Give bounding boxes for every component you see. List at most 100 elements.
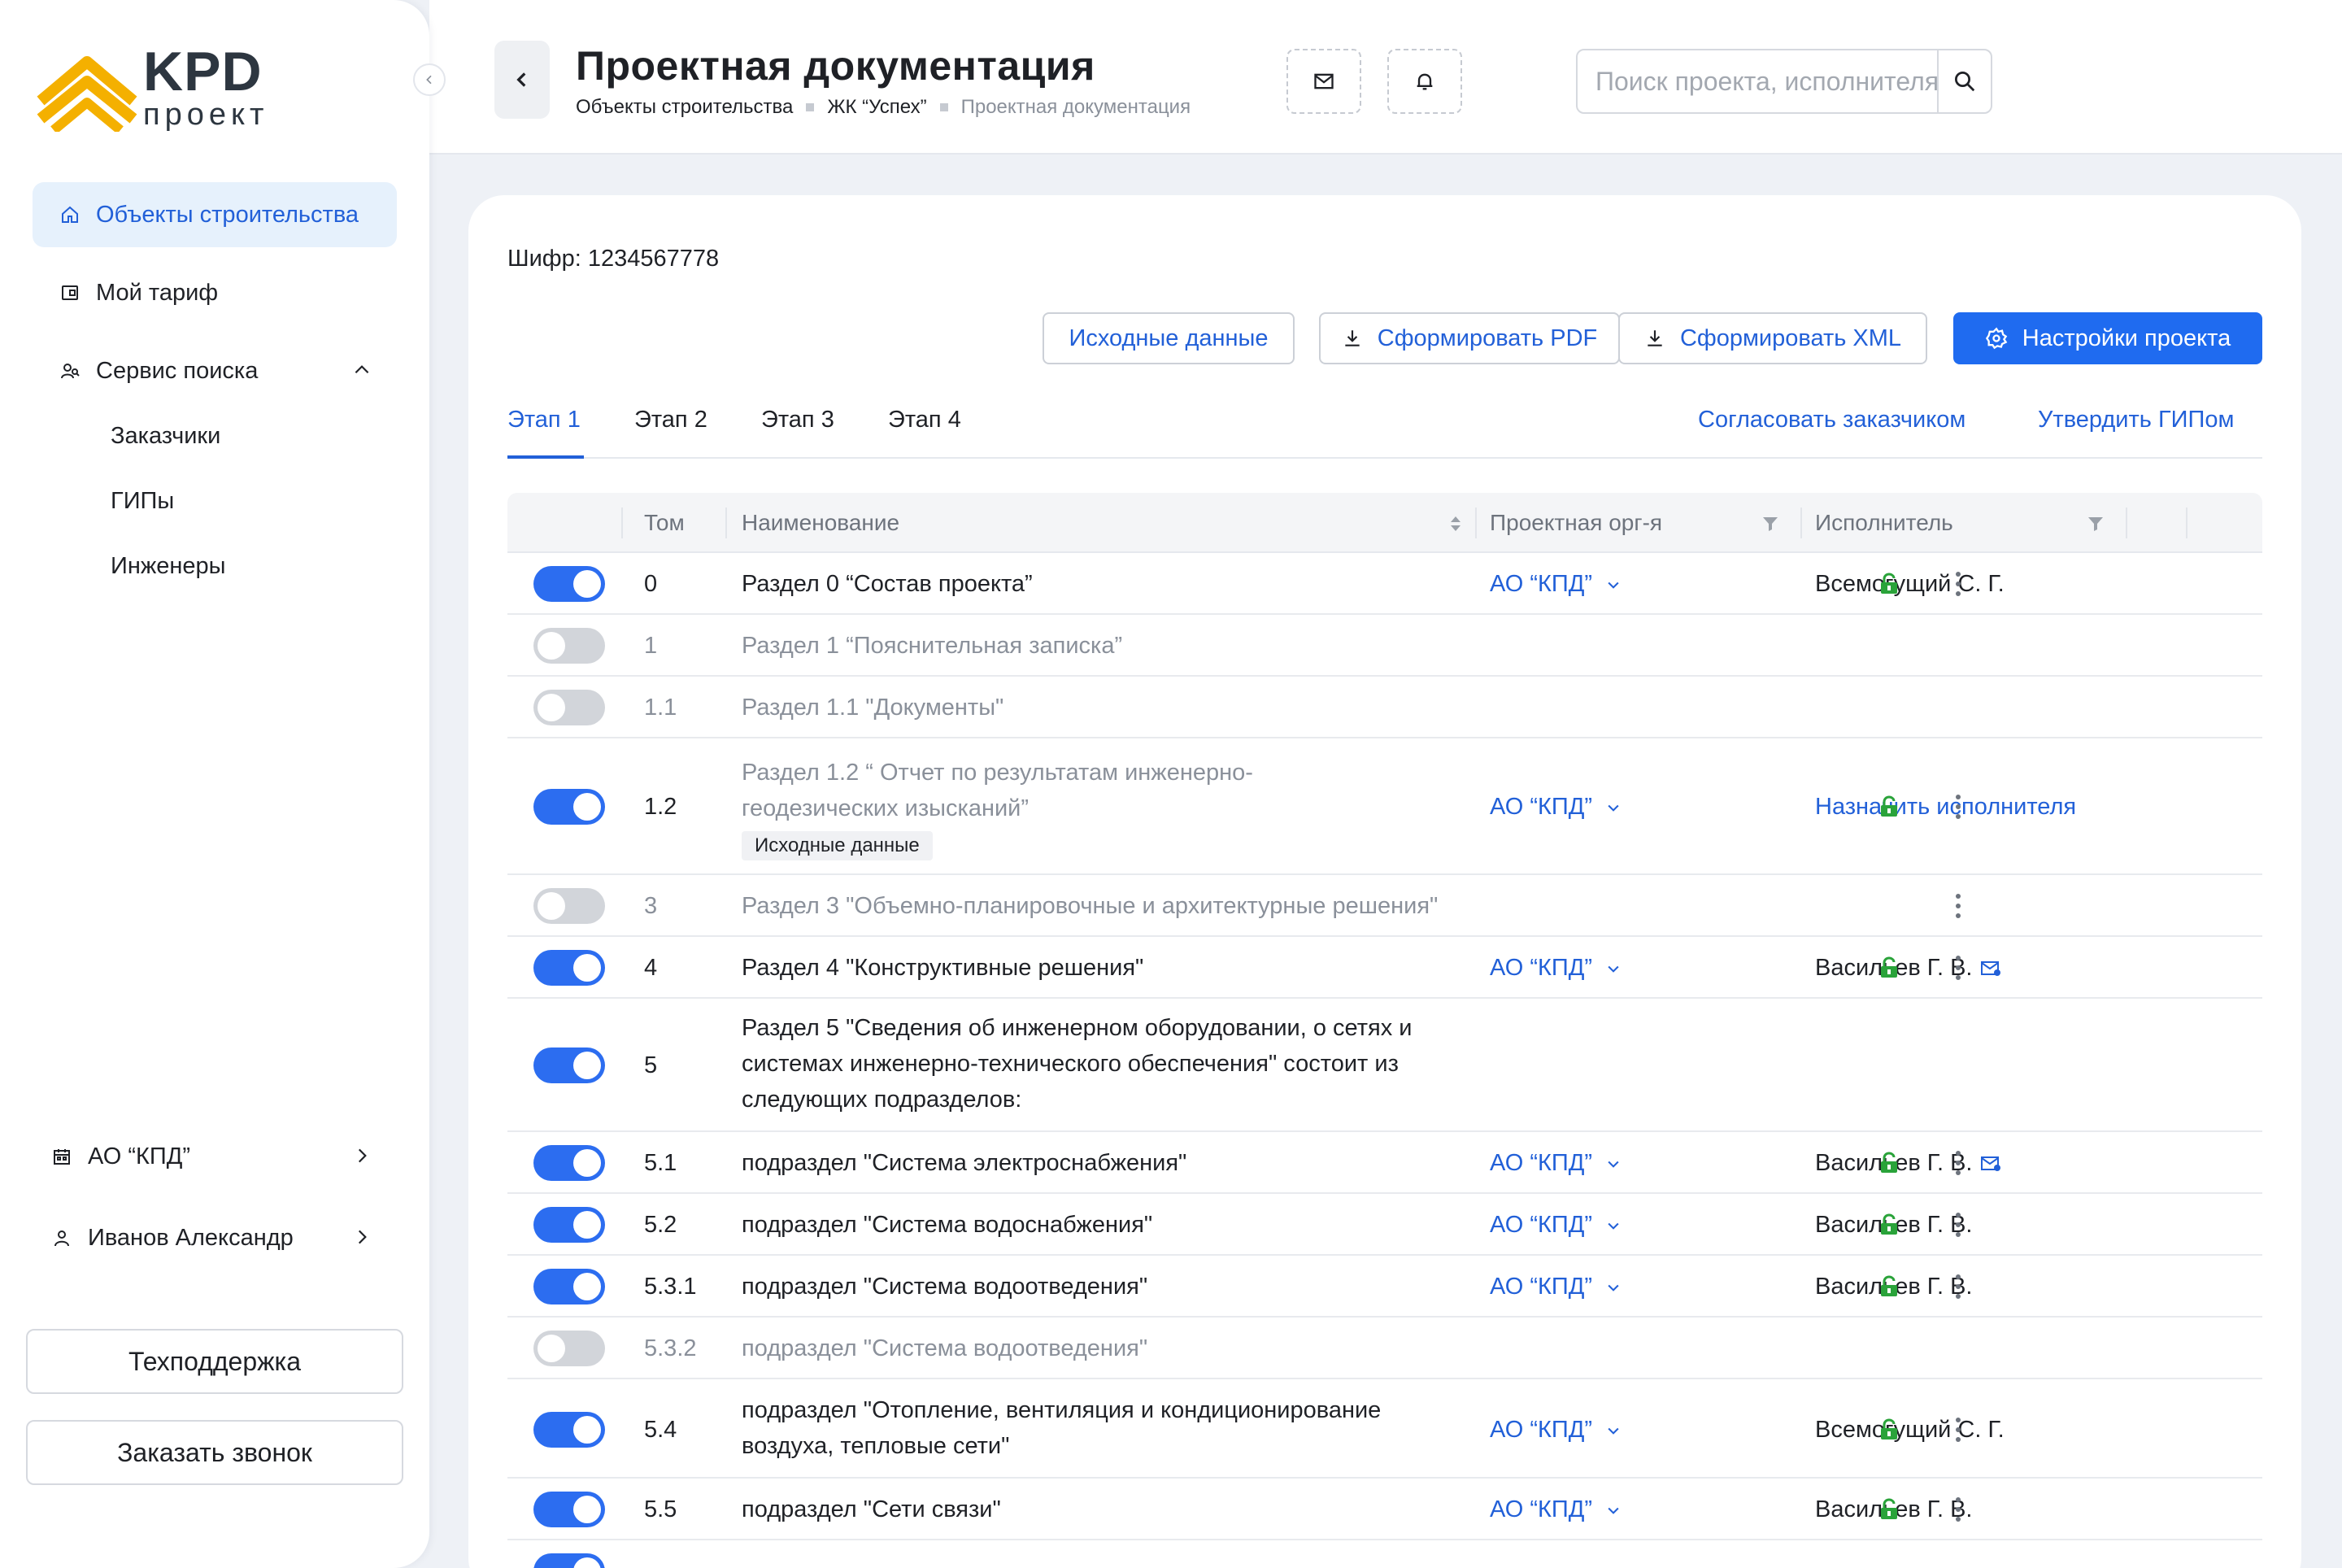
table-row[interactable]: 5.5 подраздел "Сети связи" АО “КПД” Васи… <box>507 1479 2262 1540</box>
include-toggle[interactable] <box>533 566 605 602</box>
approve-customer-link[interactable]: Согласовать заказчиком <box>1698 407 1965 433</box>
lock-open-icon[interactable] <box>1878 1275 1900 1298</box>
generate-pdf-button[interactable]: Сформировать PDF <box>1319 312 1620 364</box>
lock-open-icon[interactable] <box>1878 1152 1900 1174</box>
org-dropdown[interactable]: АО “КПД” <box>1490 1212 1622 1239</box>
chevron-up-icon[interactable] <box>351 359 372 387</box>
lock-open-icon[interactable] <box>1878 1498 1900 1521</box>
lock-open-icon[interactable] <box>1878 573 1900 595</box>
back-button[interactable] <box>494 41 550 119</box>
filter-icon[interactable] <box>2087 515 2105 533</box>
breadcrumb-item[interactable]: ЖК “Успех” <box>827 96 926 119</box>
user-profile[interactable]: Иванов Александр <box>33 1205 397 1270</box>
nav-sub-gips[interactable]: ГИПы <box>33 468 397 534</box>
include-toggle[interactable] <box>533 690 605 725</box>
notifications-button[interactable] <box>1387 49 1462 114</box>
include-toggle[interactable] <box>533 950 605 986</box>
table-row[interactable]: 1.2 Раздел 1.2 “ Отчет по результатам ин… <box>507 738 2262 875</box>
nav-sub-customers[interactable]: Заказчики <box>33 403 397 468</box>
lock-open-icon[interactable] <box>1878 1418 1900 1441</box>
messages-button[interactable] <box>1286 49 1361 114</box>
search-icon <box>1955 72 1975 92</box>
org-dropdown[interactable]: АО “КПД” <box>1490 1417 1622 1444</box>
table-row[interactable]: 0 Раздел 0 “Состав проекта” АО “КПД” Все… <box>507 553 2262 615</box>
source-data-tag[interactable]: Исходные данные <box>742 831 933 860</box>
include-toggle[interactable] <box>533 1145 605 1181</box>
include-toggle[interactable] <box>533 1269 605 1304</box>
row-menu-icon[interactable] <box>1945 953 1971 982</box>
row-menu-icon[interactable] <box>1945 1148 1971 1178</box>
nav-sub-engineers[interactable]: Инженеры <box>33 534 397 599</box>
tab-stage-3[interactable]: Этап 3 <box>761 407 834 459</box>
table-row[interactable]: 5.3.1 подраздел "Система водоотведения" … <box>507 1256 2262 1318</box>
org-dropdown[interactable]: АО “КПД” <box>1490 955 1622 982</box>
include-toggle[interactable] <box>533 1412 605 1448</box>
table-row[interactable]: 5.3.2 подраздел "Система водоотведения" <box>507 1318 2262 1379</box>
tab-stage-1[interactable]: Этап 1 <box>507 407 584 459</box>
include-toggle[interactable] <box>533 1492 605 1527</box>
row-menu-icon[interactable] <box>1945 891 1971 921</box>
sidebar-account: АО “КПД” Иванов Александр <box>33 1124 397 1287</box>
table-row[interactable]: 3 Раздел 3 "Объемно-планировочные и архи… <box>507 875 2262 937</box>
include-toggle[interactable] <box>533 888 605 924</box>
approve-gip-link[interactable]: Утвердить ГИПом <box>2038 407 2234 433</box>
tab-stage-2[interactable]: Этап 2 <box>634 407 707 459</box>
row-menu-icon[interactable] <box>1945 1495 1971 1524</box>
row-menu-icon[interactable] <box>1945 1272 1971 1301</box>
include-toggle[interactable] <box>533 789 605 825</box>
search-button[interactable] <box>1937 50 1991 112</box>
include-toggle[interactable] <box>533 1553 605 1568</box>
org-dropdown[interactable]: АО “КПД” <box>1490 1274 1622 1300</box>
sort-icon[interactable] <box>1447 515 1464 533</box>
column-header-executor[interactable]: Исполнитель <box>1815 493 1953 553</box>
lock-open-icon[interactable] <box>1878 1213 1900 1236</box>
org-dropdown[interactable]: АО “КПД” <box>1490 571 1622 598</box>
tab-stage-4[interactable]: Этап 4 <box>888 407 961 459</box>
callback-button[interactable]: Заказать звонок <box>26 1420 403 1485</box>
column-header-name[interactable]: Наименование <box>742 493 899 553</box>
breadcrumb-current: Проектная документация <box>960 96 1191 118</box>
column-header-tom[interactable]: Том <box>644 493 685 553</box>
mail-sent-icon[interactable] <box>1980 960 2001 978</box>
table-row[interactable]: 5 Раздел 5 "Сведения об инженерном обору… <box>507 999 2262 1132</box>
table-row[interactable]: 5.2 подраздел "Система водоснабжения" АО… <box>507 1194 2262 1256</box>
chevron-down-icon <box>1608 1284 1619 1291</box>
support-button[interactable]: Техподдержка <box>26 1329 403 1394</box>
mail-sent-icon[interactable] <box>1980 1155 2001 1173</box>
table-row[interactable]: 5.1 подраздел "Система электроснабжения"… <box>507 1132 2262 1194</box>
kpd-logo[interactable]: KPD проект <box>36 44 268 132</box>
generate-xml-button[interactable]: Сформировать XML <box>1618 312 1927 364</box>
include-toggle[interactable] <box>533 628 605 664</box>
include-toggle[interactable] <box>533 1331 605 1366</box>
org-dropdown[interactable]: АО “КПД” <box>1490 794 1622 821</box>
include-toggle[interactable] <box>533 1207 605 1243</box>
nav-item-objects[interactable]: Объекты строительства <box>33 182 397 247</box>
row-menu-icon[interactable] <box>1945 1415 1971 1444</box>
table-row[interactable]: 1 Раздел 1 “Пояснительная записка” <box>507 615 2262 677</box>
row-menu-icon[interactable] <box>1945 792 1971 821</box>
project-settings-button[interactable]: Настройки проекта <box>1953 312 2262 364</box>
nav-item-search-service[interactable]: Сервис поиска <box>33 338 397 403</box>
lock-open-icon[interactable] <box>1878 795 1900 818</box>
row-menu-icon[interactable] <box>1945 569 1971 599</box>
nav-item-tariff[interactable]: Мой тариф <box>33 260 397 325</box>
cell-name: подраздел "Система водоотведения" <box>742 1335 1148 1361</box>
include-toggle[interactable] <box>533 1048 605 1083</box>
table-row[interactable]: 1.1 Раздел 1.1 "Документы" <box>507 677 2262 738</box>
org-dropdown[interactable]: АО “КПД” <box>1490 1150 1622 1177</box>
breadcrumb-item[interactable]: Объекты строительства <box>576 96 793 119</box>
cell-tom: 5 <box>644 1052 658 1078</box>
org-dropdown[interactable]: АО “КПД” <box>1490 1496 1622 1523</box>
table-row[interactable]: 5.4 подраздел "Отопление, вентиляция и к… <box>507 1379 2262 1479</box>
search-input[interactable] <box>1578 50 1937 112</box>
column-header-org[interactable]: Проектная орг-я <box>1490 493 1662 553</box>
row-menu-icon[interactable] <box>1945 1210 1971 1239</box>
filter-icon[interactable] <box>1761 515 1779 533</box>
org-switcher[interactable]: АО “КПД” <box>33 1124 397 1189</box>
table-row[interactable]: 4 Раздел 4 "Конструктивные решения" АО “… <box>507 937 2262 999</box>
column-divider <box>621 507 623 538</box>
source-data-button[interactable]: Исходные данные <box>1043 312 1295 364</box>
lock-open-icon[interactable] <box>1878 956 1900 979</box>
collapse-sidebar-button[interactable] <box>413 63 446 96</box>
table-row[interactable] <box>507 1540 2262 1568</box>
